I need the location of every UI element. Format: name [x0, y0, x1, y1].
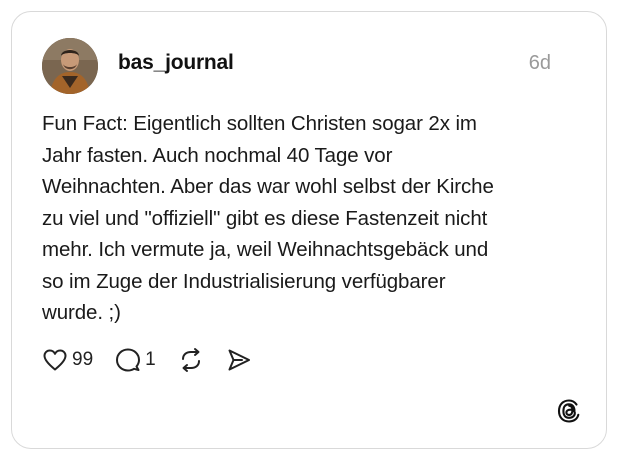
username[interactable]: bas_journal — [118, 51, 234, 75]
avatar-image — [42, 38, 98, 94]
like-button[interactable]: 99 — [42, 348, 93, 372]
threads-logo-icon[interactable] — [556, 398, 582, 424]
avatar[interactable] — [42, 38, 98, 94]
like-count: 99 — [72, 349, 94, 370]
reply-button[interactable]: 1 — [115, 347, 156, 373]
post-body-text: Fun Fact: Eigentlich sollten Christen so… — [42, 112, 494, 324]
share-button[interactable] — [226, 347, 252, 373]
repost-icon — [181, 348, 200, 372]
post-card: bas_journal 6d Fun Fact: Eigentlich soll… — [11, 11, 607, 449]
reply-count: 1 — [145, 349, 156, 370]
heart-icon — [43, 349, 67, 371]
repost-button[interactable] — [178, 347, 204, 373]
comment-bubble-icon — [116, 348, 141, 372]
post-actions: 99 1 — [42, 345, 274, 375]
post-timestamp: 6d — [528, 52, 551, 74]
send-icon — [228, 349, 250, 371]
